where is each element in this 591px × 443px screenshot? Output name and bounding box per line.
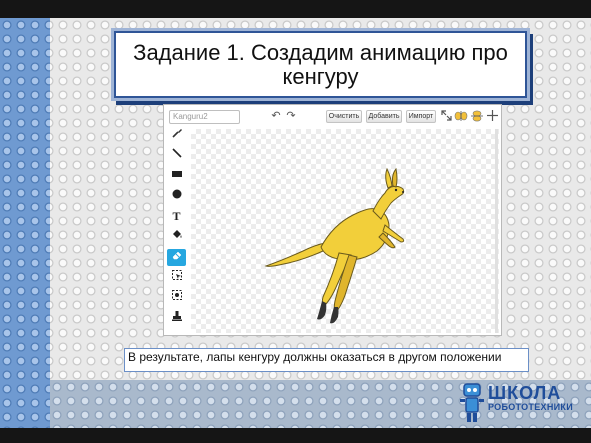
slide-title: Задание 1. Создадим анимацию про кенгуру [133, 40, 508, 89]
bottom-black-bar [0, 428, 591, 443]
line-icon[interactable] [167, 147, 186, 164]
rectangle-icon[interactable] [167, 168, 186, 185]
slide-title-box: Задание 1. Создадим анимацию про кенгуру [114, 31, 527, 98]
canvas-scrollbar[interactable] [495, 129, 498, 333]
stamp-select-icon[interactable] [167, 289, 186, 306]
logo-line-2: РОБОТОТЕХНИКИ [488, 402, 573, 412]
lego-blue-strip [0, 18, 50, 428]
text-icon[interactable]: T [167, 208, 186, 225]
clear-button[interactable]: Очистить [326, 110, 362, 123]
import-button[interactable]: Импорт [406, 110, 436, 123]
redo-icon[interactable]: ↷ [285, 110, 297, 123]
set-costume-center-icon[interactable] [486, 110, 498, 123]
ellipse-icon[interactable] [167, 188, 186, 205]
paint-editor: Kanguru2 ↶ ↷ Очистить Добавить Импорт T [163, 104, 502, 336]
caption-box: В результате, лапы кенгуру должны оказат… [124, 348, 529, 372]
undo-icon[interactable]: ↶ [270, 110, 282, 123]
stamp-icon[interactable] [167, 310, 186, 327]
logo-line-1: ШКОЛА [488, 383, 562, 403]
select-icon[interactable] [167, 269, 186, 286]
top-black-bar [0, 0, 591, 18]
fill-icon[interactable] [167, 228, 186, 245]
add-button[interactable]: Добавить [366, 110, 402, 123]
kangaroo-sprite [264, 167, 405, 324]
flip-vertical-icon[interactable] [470, 110, 484, 123]
drawing-canvas[interactable] [191, 129, 499, 333]
caption-text: В результате, лапы кенгуру должны оказат… [128, 350, 502, 364]
robot-icon [460, 383, 484, 422]
flip-horizontal-icon[interactable] [454, 110, 468, 123]
set-center-icon[interactable] [440, 110, 452, 123]
costume-name-field[interactable]: Kanguru2 [169, 110, 240, 124]
brush-icon[interactable] [167, 127, 186, 144]
eraser-icon[interactable] [167, 249, 186, 266]
school-logo: ШКОЛА РОБОТОТЕХНИКИ [458, 380, 583, 428]
